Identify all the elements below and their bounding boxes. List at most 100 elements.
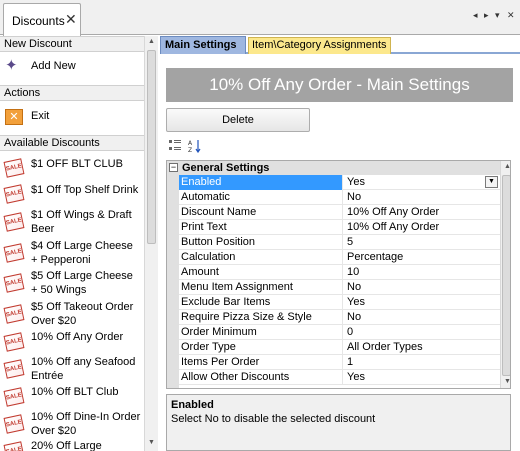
- sale-tag-icon: SALE: [3, 212, 25, 232]
- property-value[interactable]: 5: [344, 235, 500, 250]
- property-value[interactable]: No: [344, 310, 500, 325]
- property-row[interactable]: Discount Name 10% Off Any Order: [179, 205, 500, 220]
- sale-tag-icon: SALE: [3, 441, 25, 451]
- scroll-left-icon[interactable]: ◂: [473, 10, 478, 20]
- available-discounts-header: Available Discounts: [0, 135, 144, 151]
- chevron-down-icon[interactable]: ▼: [485, 176, 498, 188]
- property-row[interactable]: Automatic No: [179, 190, 500, 205]
- help-title: Enabled: [171, 399, 214, 411]
- property-value[interactable]: Yes: [344, 370, 500, 385]
- tab-discounts-label: Discounts: [12, 14, 65, 28]
- property-row[interactable]: Exclude Bar Items Yes: [179, 295, 500, 310]
- add-new-label: Add New: [31, 60, 76, 72]
- property-row[interactable]: Allow Other Discounts Yes: [179, 370, 500, 385]
- add-new-button[interactable]: ✦ Add New: [0, 56, 144, 78]
- collapse-icon[interactable]: −: [169, 163, 178, 172]
- discount-item[interactable]: SALE 10% Off Dine-In Order Over $20: [0, 409, 144, 439]
- close-window-icon[interactable]: ✕: [507, 10, 515, 20]
- property-value[interactable]: 10: [344, 265, 500, 280]
- close-icon[interactable]: ✕: [65, 12, 77, 26]
- tab-item-category-assignments[interactable]: Item\Category Assignments: [248, 37, 391, 54]
- property-name: Require Pizza Size & Style: [179, 310, 343, 325]
- discount-item[interactable]: SALE 10% Off Any Order: [0, 329, 144, 353]
- property-value[interactable]: 10% Off Any Order: [344, 220, 500, 235]
- discount-item[interactable]: SALE $5 Off Takeout Order Over $20: [0, 299, 144, 329]
- main-settings-pane: Main Settings Item\Category Assignments …: [160, 36, 520, 451]
- discount-item[interactable]: SALE 10% Off any Seafood Entrée: [0, 354, 144, 384]
- property-value[interactable]: All Order Types: [344, 340, 500, 355]
- discount-item[interactable]: SALE $1 OFF BLT CLUB: [0, 155, 144, 179]
- sale-tag-icon: SALE: [3, 273, 25, 293]
- discount-item[interactable]: SALE $1 Off Wings & Draft Beer: [0, 207, 144, 237]
- sale-tag-icon: SALE: [3, 387, 25, 407]
- new-discount-header: New Discount: [0, 36, 144, 52]
- actions-header: Actions: [0, 85, 144, 101]
- property-grid-scrollbar[interactable]: ▲ ▼: [500, 161, 510, 388]
- property-value-dropdown[interactable]: Yes ▼: [344, 175, 500, 190]
- window-list-icon[interactable]: ▾: [495, 10, 500, 20]
- property-name: Print Text: [179, 220, 343, 235]
- document-tab-strip: Discounts ✕ ◂ ▸ ▾ ✕: [0, 0, 520, 36]
- property-row[interactable]: Order Type All Order Types: [179, 340, 500, 355]
- discount-label: $5 Off Takeout Order Over $20: [31, 301, 134, 327]
- discount-item[interactable]: SALE 20% Off Large Cheese: [0, 439, 144, 451]
- property-value[interactable]: Yes: [344, 295, 500, 310]
- property-value[interactable]: 1: [344, 355, 500, 370]
- categorized-view-icon[interactable]: [168, 139, 184, 155]
- discount-item[interactable]: SALE $4 Off Large Cheese + Pepperoni: [0, 238, 144, 268]
- category-general-settings[interactable]: − General Settings: [167, 161, 510, 175]
- scroll-right-icon[interactable]: ▸: [484, 10, 489, 20]
- scroll-up-icon[interactable]: ▲: [148, 38, 155, 45]
- property-value[interactable]: No: [344, 190, 500, 205]
- property-value[interactable]: Percentage: [344, 250, 500, 265]
- property-name: Order Minimum: [179, 325, 343, 340]
- discount-item[interactable]: SALE $1 Off Top Shelf Drink: [0, 181, 144, 205]
- exit-icon: ✕: [5, 109, 23, 125]
- property-name: Automatic: [179, 190, 343, 205]
- sale-tag-icon: SALE: [3, 332, 25, 352]
- discount-label: 20% Off Large Cheese: [31, 440, 102, 451]
- discount-item[interactable]: SALE $5 Off Large Cheese + 50 Wings: [0, 268, 144, 298]
- scrollbar-thumb[interactable]: [147, 50, 156, 244]
- scrollbar-thumb[interactable]: [502, 175, 510, 376]
- property-row[interactable]: Calculation Percentage: [179, 250, 500, 265]
- property-row[interactable]: Button Position 5: [179, 235, 500, 250]
- delete-button[interactable]: Delete: [166, 108, 310, 132]
- alphabetical-sort-icon[interactable]: AZ: [188, 139, 204, 155]
- property-name: Discount Name: [179, 205, 343, 220]
- property-row-enabled[interactable]: Enabled Yes ▼: [179, 175, 500, 190]
- tab-discounts[interactable]: Discounts ✕: [3, 3, 81, 36]
- property-help-panel: Enabled Select No to disable the selecte…: [166, 394, 511, 451]
- svg-text:Z: Z: [188, 147, 192, 153]
- property-name: Button Position: [179, 235, 343, 250]
- property-name: Menu Item Assignment: [179, 280, 343, 295]
- property-row[interactable]: Items Per Order 1: [179, 355, 500, 370]
- tab-main-settings[interactable]: Main Settings: [160, 36, 246, 54]
- property-name: Exclude Bar Items: [179, 295, 343, 310]
- sale-tag-icon: SALE: [3, 414, 25, 434]
- property-value[interactable]: No: [344, 280, 500, 295]
- discount-label: 10% Off Any Order: [31, 331, 124, 343]
- scroll-up-icon[interactable]: ▲: [504, 163, 510, 170]
- property-row[interactable]: Print Text 10% Off Any Order: [179, 220, 500, 235]
- navigation-scrollbar[interactable]: ▲ ▼: [144, 36, 158, 451]
- scroll-down-icon[interactable]: ▼: [148, 439, 155, 446]
- property-row[interactable]: Menu Item Assignment No: [179, 280, 500, 295]
- sale-tag-icon: SALE: [3, 184, 25, 204]
- property-grid: − General Settings Enabled Yes ▼ Automat…: [166, 160, 511, 389]
- scroll-down-icon[interactable]: ▼: [504, 378, 510, 385]
- property-row[interactable]: Order Minimum 0: [179, 325, 500, 340]
- discount-label: $1 Off Top Shelf Drink: [31, 184, 139, 196]
- discount-label: $1 Off Wings & Draft Beer: [31, 209, 132, 235]
- property-name: Enabled: [179, 175, 343, 190]
- property-value[interactable]: 0: [344, 325, 500, 340]
- page-title: 10% Off Any Order - Main Settings: [166, 68, 513, 102]
- property-row[interactable]: Amount 10: [179, 265, 500, 280]
- property-row[interactable]: Require Pizza Size & Style No: [179, 310, 500, 325]
- property-value[interactable]: 10% Off Any Order: [344, 205, 500, 220]
- help-description: Select No to disable the selected discou…: [171, 413, 376, 425]
- svg-text:A: A: [188, 140, 193, 147]
- property-name: Amount: [179, 265, 343, 280]
- exit-button[interactable]: ✕ Exit: [0, 106, 144, 128]
- discount-item[interactable]: SALE 10% Off BLT Club: [0, 384, 144, 408]
